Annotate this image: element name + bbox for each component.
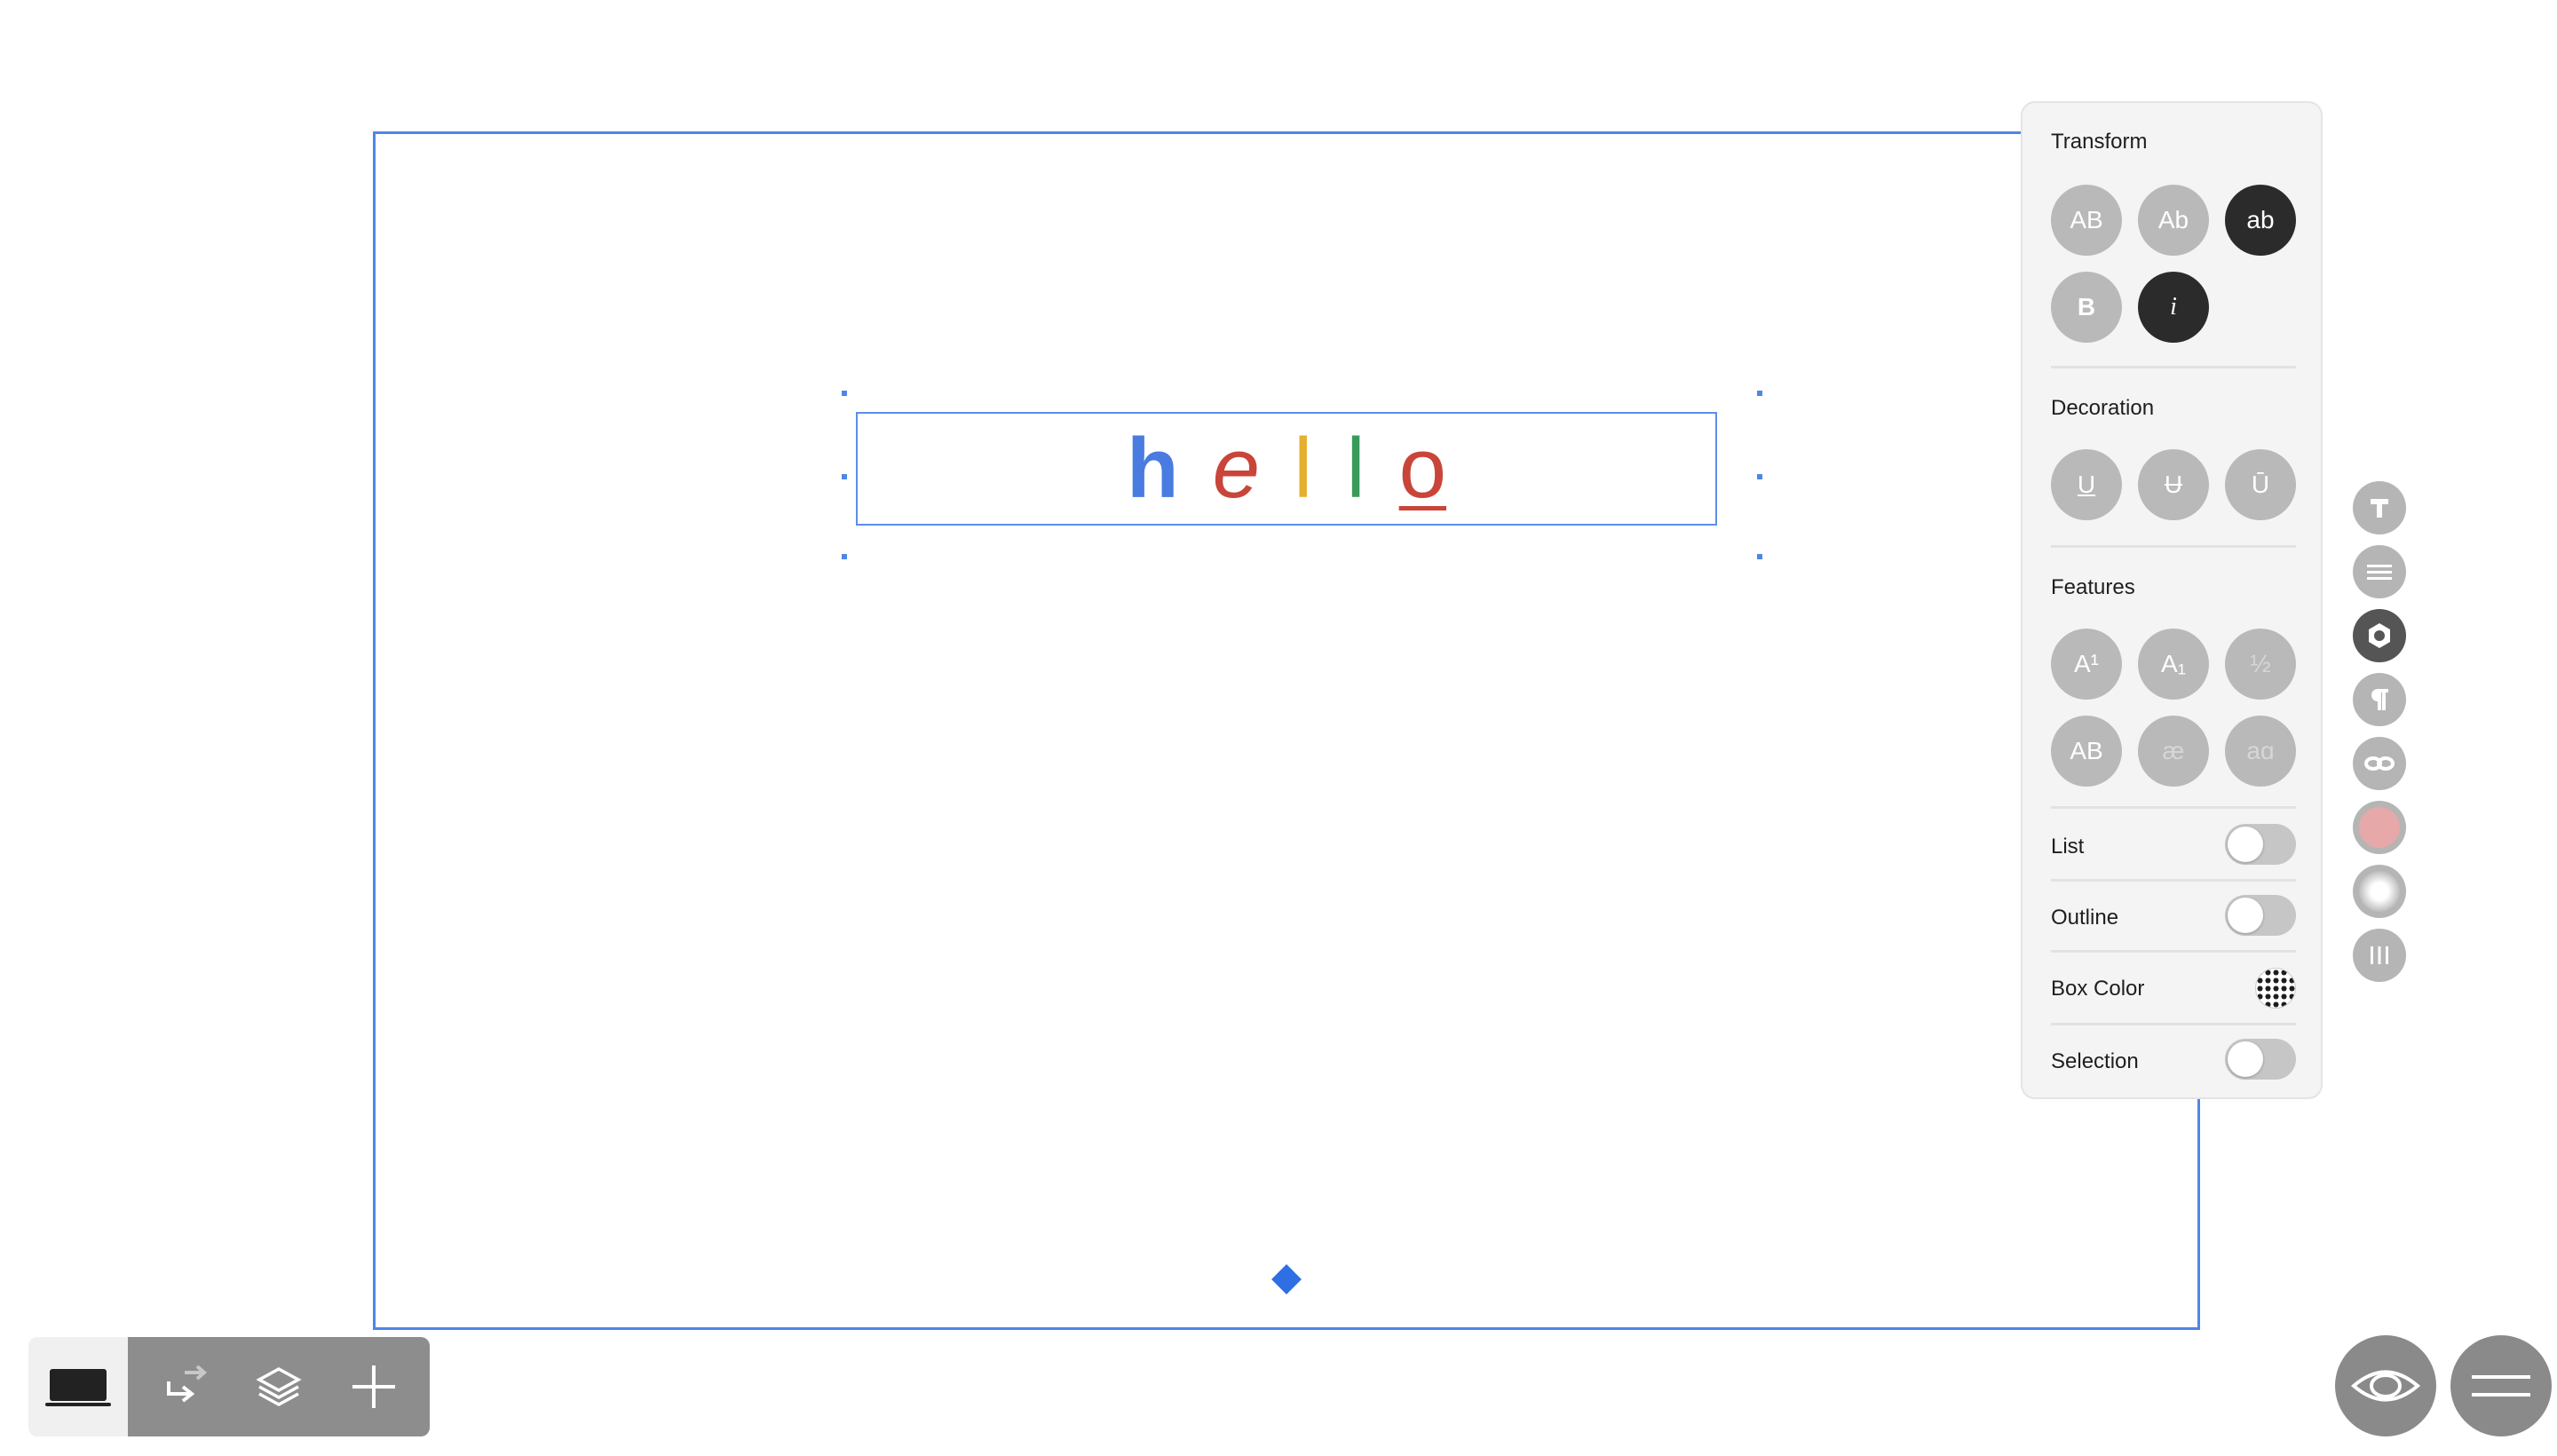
toggle-knob (2228, 827, 2263, 862)
device-icon (45, 1369, 111, 1406)
italic-button[interactable]: i (2138, 272, 2209, 343)
add-button[interactable] (343, 1356, 405, 1418)
return-icon (167, 1365, 208, 1403)
letter-l: l (1346, 421, 1366, 516)
bold-button[interactable]: B (2051, 272, 2122, 343)
list-label: List (2051, 835, 2085, 859)
outline-label: Outline (2051, 906, 2119, 930)
resize-handle-bottom-right[interactable] (1757, 554, 1762, 559)
superscript-button[interactable]: A¹ (2051, 629, 2122, 700)
text-content: h e l l o (1127, 426, 1446, 511)
shadow-tool-button[interactable] (2353, 865, 2406, 918)
align-icon (2367, 565, 2392, 580)
strikethrough-button[interactable]: U (2138, 449, 2209, 520)
divider (2051, 950, 2296, 953)
resize-handle-top-left[interactable] (842, 391, 847, 396)
box-color-swatch[interactable] (2255, 968, 2296, 1009)
divider (2051, 879, 2296, 882)
color-tool-button[interactable] (2353, 801, 2406, 854)
resize-handle-top-right[interactable] (1757, 391, 1762, 396)
style-tool-button[interactable] (2353, 609, 2406, 662)
toggle-knob (2228, 898, 2263, 933)
alternates-button[interactable]: aɑ (2225, 716, 2296, 787)
box-color-label: Box Color (2051, 977, 2145, 1001)
subscript-button[interactable]: A₁ (2138, 629, 2209, 700)
plus-icon (352, 1365, 395, 1408)
toolbar-actions (128, 1337, 430, 1436)
divider (2051, 806, 2296, 809)
paragraph-icon (2371, 689, 2388, 710)
shadow-icon (2359, 871, 2400, 912)
letter-e: e (1212, 421, 1260, 516)
outline-toggle[interactable] (2225, 895, 2296, 936)
toggle-knob (2228, 1041, 2263, 1077)
link-icon (2364, 756, 2395, 771)
text-box[interactable]: h e l l o (856, 412, 1717, 526)
eye-icon (2350, 1370, 2421, 1402)
columns-icon (2371, 946, 2388, 964)
menu-icon (2472, 1375, 2530, 1397)
selection-label: Selection (2051, 1049, 2139, 1073)
fractions-button[interactable]: ½ (2225, 629, 2296, 700)
list-toggle[interactable] (2225, 824, 2296, 865)
text-tool-button[interactable] (2353, 481, 2406, 534)
letter-o: o (1398, 421, 1447, 516)
link-tool-button[interactable] (2353, 737, 2406, 790)
overline-button[interactable]: Ū (2225, 449, 2296, 520)
section-title-features: Features (2051, 575, 2135, 599)
return-button[interactable] (153, 1356, 215, 1418)
preview-button[interactable] (2335, 1335, 2436, 1436)
columns-tool-button[interactable] (2353, 929, 2406, 982)
transform-capitalize-button[interactable]: Ab (2138, 185, 2209, 256)
resize-handle-mid-left[interactable] (842, 474, 847, 479)
resize-handle-bottom-left[interactable] (842, 554, 847, 559)
layers-button[interactable] (248, 1356, 310, 1418)
letter-h: h (1126, 421, 1179, 516)
align-tool-button[interactable] (2353, 545, 2406, 598)
text-icon (2371, 499, 2388, 518)
bottom-toolbar (28, 1337, 430, 1436)
device-button[interactable] (28, 1337, 128, 1436)
resize-handle-mid-right[interactable] (1757, 474, 1762, 479)
small-caps-button[interactable]: AB (2051, 716, 2122, 787)
canvas-artboard[interactable] (373, 131, 2200, 1330)
paragraph-tool-button[interactable] (2353, 673, 2406, 726)
selection-toggle[interactable] (2225, 1039, 2296, 1080)
text-inspector-panel: Transform AB Ab ab B i Decoration U U Ū … (2021, 101, 2323, 1099)
transform-lowercase-button[interactable]: ab (2225, 185, 2296, 256)
letter-l: l (1293, 421, 1313, 516)
layers-icon (256, 1367, 302, 1406)
ligatures-button[interactable]: æ (2138, 716, 2209, 787)
divider (2051, 1023, 2296, 1025)
color-icon (2359, 807, 2400, 848)
section-title-transform: Transform (2051, 130, 2148, 154)
style-icon (2369, 623, 2390, 648)
divider (2051, 366, 2296, 368)
transform-uppercase-button[interactable]: AB (2051, 185, 2122, 256)
section-title-decoration: Decoration (2051, 396, 2155, 420)
underline-button[interactable]: U (2051, 449, 2122, 520)
menu-button[interactable] (2450, 1335, 2552, 1436)
divider (2051, 545, 2296, 548)
